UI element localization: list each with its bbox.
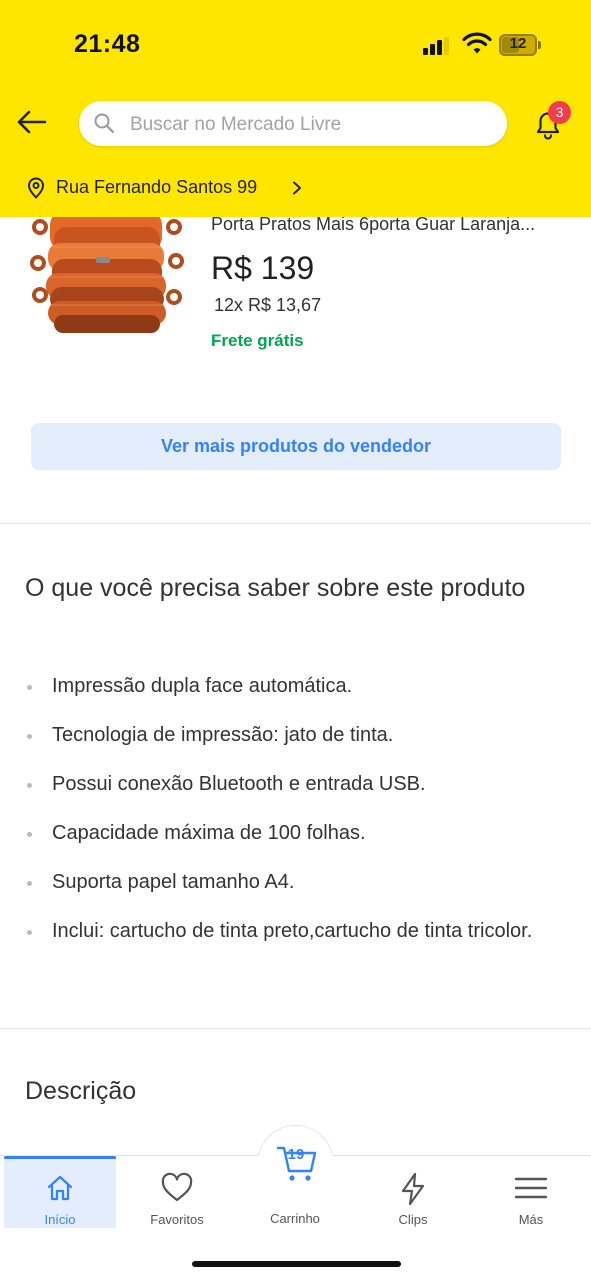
product-installments: 12x R$ 13,67 bbox=[214, 295, 322, 315]
nav-more[interactable]: Más bbox=[472, 1156, 590, 1228]
nav-more-label: Más bbox=[518, 1212, 544, 1227]
feature-item: Suporta papel tamanho A4. bbox=[27, 870, 567, 895]
nav-cart-label: Carrinho bbox=[270, 1211, 320, 1226]
bullet-dot bbox=[27, 685, 32, 690]
bullet-dot bbox=[27, 734, 32, 739]
cart-count: 19 bbox=[287, 1146, 305, 1163]
search-input[interactable]: Buscar no Mercado Livre bbox=[79, 101, 507, 146]
divider bbox=[0, 1028, 591, 1029]
nav-home[interactable]: Início bbox=[4, 1156, 116, 1228]
free-shipping-label: Frete grátis bbox=[211, 331, 304, 350]
feature-item: Inclui: cartucho de tinta preto,cartucho… bbox=[27, 919, 567, 944]
battery-icon: 12 bbox=[499, 34, 541, 56]
features-title: O que você precisa saber sobre este prod… bbox=[25, 574, 526, 602]
back-arrow-icon[interactable] bbox=[14, 104, 50, 140]
nav-favorites[interactable]: Favoritos bbox=[118, 1156, 236, 1228]
bullet-dot bbox=[27, 881, 32, 886]
feature-item: Tecnologia de impressão: jato de tinta. bbox=[27, 723, 567, 748]
bolt-icon bbox=[401, 1172, 425, 1206]
cellular-signal-icon bbox=[423, 37, 453, 55]
divider bbox=[0, 523, 591, 524]
location-label: Rua Fernando Santos 99 bbox=[56, 177, 258, 197]
features-list: Impressão dupla face automática. Tecnolo… bbox=[27, 674, 567, 968]
location-pin-icon bbox=[28, 177, 44, 199]
nav-clips-label: Clips bbox=[398, 1212, 428, 1227]
home-icon bbox=[47, 1175, 73, 1201]
product-title[interactable]: Porta Pratos Mais 6porta Guar Laranja... bbox=[211, 214, 535, 235]
menu-icon bbox=[514, 1177, 548, 1199]
heart-icon bbox=[161, 1172, 193, 1202]
description-title: Descrição bbox=[25, 1077, 137, 1105]
feature-item: Impressão dupla face automática. bbox=[27, 674, 567, 699]
more-seller-products-button[interactable]: Ver mais produtos do vendedor bbox=[31, 423, 561, 470]
nav-home-label: Início bbox=[44, 1212, 76, 1227]
status-time: 21:48 bbox=[74, 30, 141, 58]
product-image[interactable] bbox=[28, 217, 186, 339]
bullet-dot bbox=[27, 832, 32, 837]
wifi-icon bbox=[462, 32, 492, 54]
nav-clips[interactable]: Clips bbox=[354, 1156, 472, 1228]
search-placeholder: Buscar no Mercado Livre bbox=[130, 114, 342, 135]
search-icon bbox=[94, 113, 115, 134]
feature-item: Possui conexão Bluetooth e entrada USB. bbox=[27, 772, 567, 797]
nav-favorites-label: Favoritos bbox=[150, 1212, 204, 1227]
chevron-right-icon bbox=[293, 181, 301, 195]
product-price: R$ 139 bbox=[211, 250, 315, 286]
feature-item: Capacidade máxima de 100 folhas. bbox=[27, 821, 567, 846]
bullet-dot bbox=[27, 930, 32, 935]
bullet-dot bbox=[27, 783, 32, 788]
home-indicator[interactable] bbox=[192, 1261, 401, 1267]
notification-badge: 3 bbox=[548, 101, 571, 124]
battery-level: 12 bbox=[509, 35, 527, 52]
app-header: 21:48 12 Buscar no Mercado Livre 3 Rua F… bbox=[0, 0, 591, 217]
